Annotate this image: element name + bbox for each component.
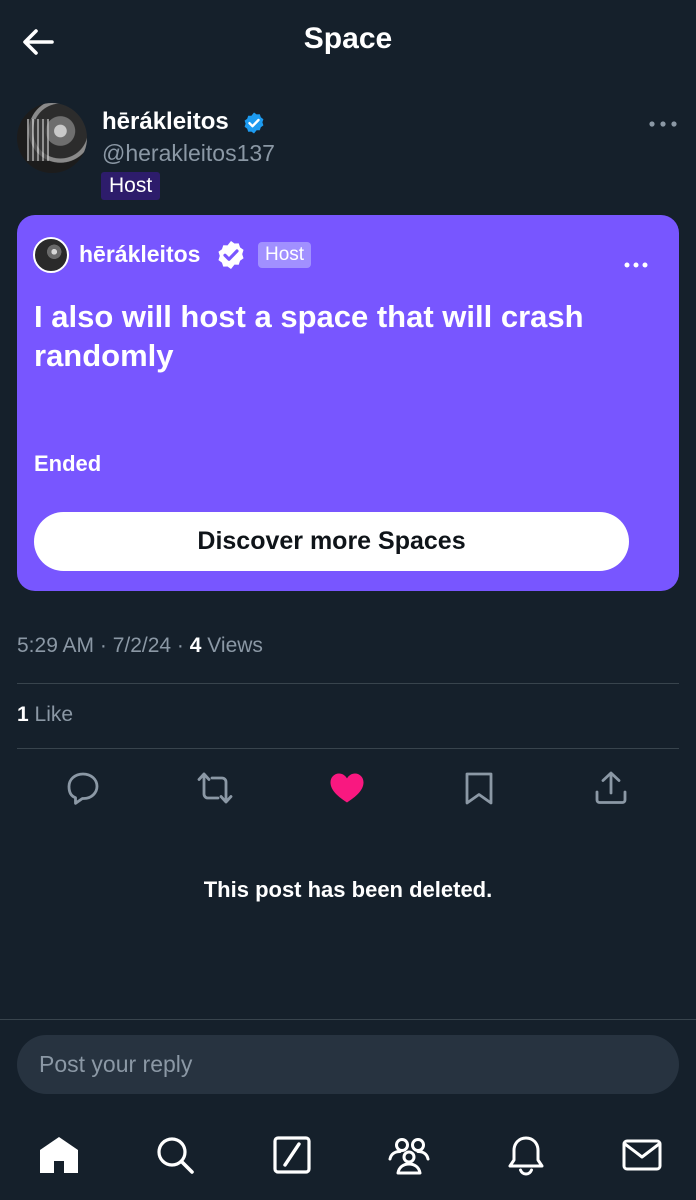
share-icon[interactable] (591, 768, 631, 808)
verified-badge-icon[interactable] (242, 111, 266, 135)
discover-spaces-button[interactable]: Discover more Spaces (34, 512, 629, 571)
space-host-badge: Host (258, 242, 312, 268)
likes-summary[interactable]: 1 Like (17, 703, 73, 727)
author-handle[interactable]: @herakleitos137 (102, 140, 275, 167)
space-card[interactable]: hērákleitos Host I also will host a spac… (17, 215, 679, 591)
likes-count: 1 (17, 703, 29, 726)
grok-icon[interactable] (270, 1133, 314, 1177)
more-options-icon[interactable] (648, 112, 678, 136)
divider (17, 748, 679, 749)
post-meta: 5:29 AM · 7/2/24 · 4 Views (17, 634, 263, 658)
author-avatar[interactable] (17, 103, 87, 173)
heart-icon[interactable] (327, 768, 367, 808)
views-count: 4 (189, 634, 202, 657)
divider (0, 1019, 696, 1020)
bell-icon[interactable] (504, 1133, 548, 1177)
likes-label: Like (28, 703, 74, 726)
space-title: I also will host a space that will crash… (34, 299, 584, 373)
page-title: Space (303, 22, 393, 55)
author-name[interactable]: hērákleitos (102, 108, 229, 136)
bookmark-icon[interactable] (459, 768, 499, 808)
host-badge: Host (101, 172, 161, 200)
space-status: Ended (34, 451, 102, 476)
host-avatar (33, 237, 69, 273)
mail-icon[interactable] (620, 1133, 664, 1177)
views-label: Views (201, 634, 263, 657)
divider (17, 683, 679, 684)
space-post-page: Space hērákleitos @herakleitos137 Host h… (0, 0, 696, 1200)
post-timestamp[interactable]: 5:29 AM · 7/2/24 · (17, 634, 190, 657)
top-header: Space (0, 0, 696, 84)
reply-input[interactable] (17, 1035, 679, 1094)
repost-icon[interactable] (195, 768, 235, 808)
home-icon[interactable] (37, 1133, 81, 1177)
space-more-options-icon[interactable] (623, 255, 649, 275)
reply-icon[interactable] (63, 768, 103, 808)
verified-badge-icon (215, 239, 247, 271)
communities-icon[interactable] (387, 1133, 431, 1177)
space-host-name: hērákleitos (79, 241, 201, 267)
search-icon[interactable] (153, 1133, 197, 1177)
deleted-post-notice: This post has been deleted. (203, 877, 493, 902)
